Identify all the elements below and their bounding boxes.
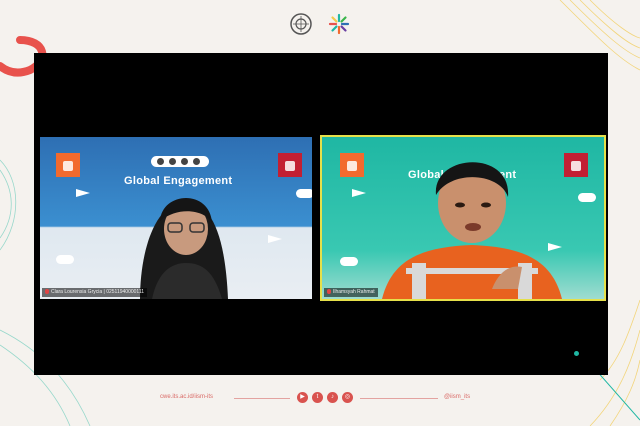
youtube-icon[interactable]: ▶	[297, 392, 308, 403]
social-handle[interactable]: @iism_its	[444, 394, 470, 400]
cloud-icon	[56, 255, 74, 264]
partner-logos	[151, 156, 209, 167]
divider	[234, 398, 290, 399]
header-logos	[0, 12, 640, 36]
program-flower-logo	[328, 13, 350, 35]
divider	[360, 398, 438, 399]
website-link[interactable]: cwe.its.ac.id/iism-its	[160, 394, 213, 400]
sdg-goal-icon	[340, 153, 364, 177]
participant-name-label: Clara Lourensia Grycia | 02511940000111	[42, 288, 148, 297]
mic-muted-icon	[45, 289, 49, 295]
participant-tile-2-active-speaker[interactable]: Global Engagement Ilhamsyah Rahmat	[320, 135, 606, 301]
participant-video-feed	[140, 198, 228, 299]
video-call-stage: Global Engagement Clara Lourensia Grycia…	[34, 53, 608, 375]
paper-plane-icon	[268, 235, 282, 243]
participant-video-feed	[382, 162, 562, 299]
cloud-icon	[578, 193, 596, 202]
university-seal-logo	[290, 13, 312, 35]
footer-bar: cwe.its.ac.id/iism-its ▶ t ♪ ◎ @iism_its	[0, 392, 640, 404]
participant-name-label: Ilhamsyah Rahmat	[324, 288, 378, 297]
twitter-icon[interactable]: t	[312, 392, 323, 403]
sdg-goal-icon	[56, 153, 80, 177]
instagram-icon[interactable]: ◎	[342, 392, 353, 403]
paper-plane-icon	[352, 189, 366, 197]
paper-plane-icon	[76, 189, 90, 197]
mic-muted-icon	[327, 289, 331, 295]
sdg-goal-icon	[278, 153, 302, 177]
tiktok-icon[interactable]: ♪	[327, 392, 338, 403]
cloud-icon	[340, 257, 358, 266]
cloud-icon	[296, 189, 312, 198]
participant-tile-1[interactable]: Global Engagement Clara Lourensia Grycia…	[40, 137, 312, 299]
status-dot	[574, 351, 579, 356]
